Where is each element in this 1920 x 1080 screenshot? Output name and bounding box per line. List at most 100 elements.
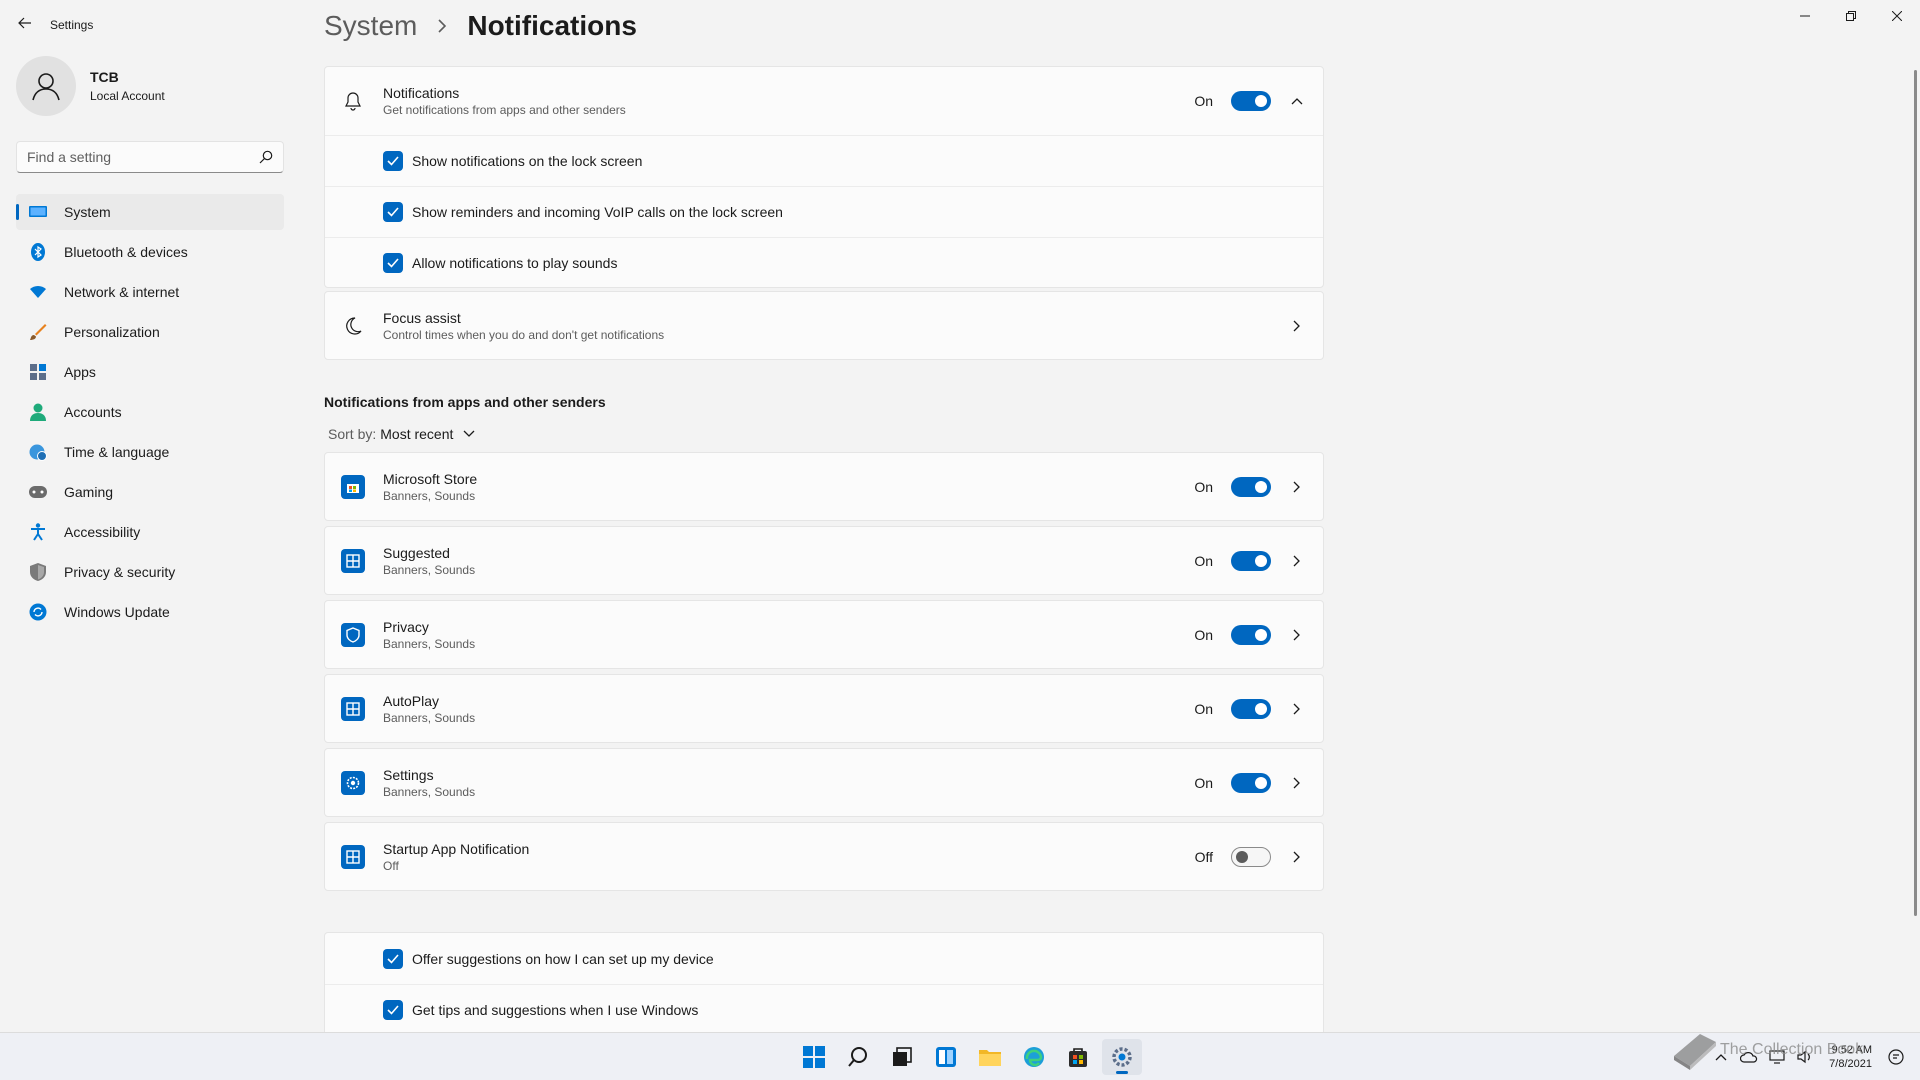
user-profile[interactable]: TCB Local Account [16, 56, 165, 116]
chevron-right-icon [1289, 701, 1305, 717]
app-row-microsoft-store[interactable]: Microsoft Store Banners, Sounds On [324, 452, 1324, 521]
nav-item-label: Personalization [64, 324, 160, 340]
setup-suggestions-checkbox[interactable] [383, 948, 403, 969]
breadcrumb-parent[interactable]: System [324, 10, 417, 42]
checkbox-label: Allow notifications to play sounds [412, 255, 618, 271]
app-detail: Off [383, 859, 399, 873]
focus-assist-card[interactable]: Focus assist Control times when you do a… [324, 291, 1324, 360]
nav-item-accounts[interactable]: Accounts [16, 394, 284, 430]
app-toggle[interactable] [1231, 699, 1271, 719]
sounds-checkbox[interactable] [383, 253, 403, 273]
nav-item-system[interactable]: System [16, 194, 284, 230]
widgets-icon[interactable] [926, 1039, 966, 1075]
tips-checkbox[interactable] [383, 1000, 403, 1020]
sort-dropdown[interactable]: Sort by: Most recent [328, 426, 475, 442]
notifications-subtitle: Get notifications from apps and other se… [383, 103, 626, 117]
back-button[interactable] [12, 10, 38, 36]
apps-icon [28, 362, 48, 382]
search-box[interactable] [16, 141, 284, 173]
nav-item-windows-update[interactable]: Windows Update [16, 594, 284, 630]
chevron-up-icon[interactable] [1289, 93, 1305, 109]
gamepad-icon [28, 482, 48, 502]
app-toggle[interactable] [1231, 477, 1271, 497]
app-row-startup-app-notification[interactable]: Startup App Notification Off Off [324, 822, 1324, 891]
edge-icon[interactable] [1014, 1039, 1054, 1075]
restore-button[interactable] [1828, 0, 1874, 32]
nav-item-time-language[interactable]: Time & language [16, 434, 284, 470]
app-toggle[interactable] [1231, 625, 1271, 645]
suggested-icon [341, 549, 365, 573]
task-view-icon[interactable] [882, 1039, 922, 1075]
nav-item-bluetooth[interactable]: Bluetooth & devices [16, 234, 284, 270]
chevron-right-icon [1289, 775, 1305, 791]
sort-value: Most recent [380, 426, 454, 442]
notifications-toggle[interactable] [1231, 91, 1271, 111]
close-button[interactable] [1874, 0, 1920, 32]
focus-assist-title: Focus assist [383, 310, 461, 326]
nav-item-label: Gaming [64, 484, 114, 500]
app-row-autoplay[interactable]: AutoPlay Banners, Sounds On [324, 674, 1324, 743]
checkbox-label: Show reminders and incoming VoIP calls o… [412, 204, 783, 220]
app-row-settings[interactable]: Settings Banners, Sounds On [324, 748, 1324, 817]
app-toggle[interactable] [1231, 847, 1271, 867]
nav-item-label: Bluetooth & devices [64, 244, 188, 260]
app-state: On [1194, 479, 1213, 495]
notification-center-icon[interactable] [1884, 1045, 1908, 1069]
search-icon[interactable] [838, 1039, 878, 1075]
app-toggle[interactable] [1231, 773, 1271, 793]
app-name: Settings [383, 767, 434, 783]
nav-item-personalization[interactable]: Personalization [16, 314, 284, 350]
settings-icon[interactable] [1102, 1039, 1142, 1075]
breadcrumb-separator-icon [437, 19, 447, 33]
autoplay-icon [341, 697, 365, 721]
chevron-down-icon [463, 430, 475, 437]
nav-item-privacy-security[interactable]: Privacy & security [16, 554, 284, 590]
app-toggle[interactable] [1231, 551, 1271, 571]
shield-icon [28, 562, 48, 582]
checkbox-label: Show notifications on the lock screen [412, 153, 643, 169]
nav-item-network[interactable]: Network & internet [16, 274, 284, 310]
page-title: Notifications [467, 10, 637, 41]
app-detail: Banners, Sounds [383, 563, 476, 577]
back-arrow-icon [18, 17, 31, 29]
chevron-right-icon [1289, 627, 1305, 643]
tips-card: Offer suggestions on how I can set up my… [324, 932, 1324, 1032]
scrollbar[interactable] [1914, 70, 1917, 916]
nav-item-accessibility[interactable]: Accessibility [16, 514, 284, 550]
lock-screen-checkbox[interactable] [383, 151, 403, 171]
close-icon [1892, 11, 1902, 21]
store-icon[interactable] [1058, 1039, 1098, 1075]
taskbar-apps [794, 1039, 1146, 1075]
notifications-row[interactable]: Notifications Get notifications from app… [325, 67, 1323, 135]
option-setup-suggestions: Offer suggestions on how I can set up my… [325, 933, 1323, 984]
app-title: Settings [50, 18, 94, 32]
checkmark-icon [387, 1005, 399, 1015]
app-name: AutoPlay [383, 693, 440, 709]
privacy-shield-icon [341, 623, 365, 647]
wifi-icon [28, 282, 48, 302]
search-input[interactable] [27, 149, 259, 165]
app-row-suggested[interactable]: Suggested Banners, Sounds On [324, 526, 1324, 595]
nav-item-label: Accessibility [64, 524, 141, 540]
app-name: Microsoft Store [383, 471, 478, 487]
app-state: On [1194, 553, 1213, 569]
breadcrumb: System Notifications [324, 10, 637, 42]
app-name: Suggested [383, 545, 450, 561]
minimize-button[interactable] [1782, 0, 1828, 32]
app-row-privacy[interactable]: Privacy Banners, Sounds On [324, 600, 1324, 669]
bell-icon [341, 89, 365, 113]
nav-item-gaming[interactable]: Gaming [16, 474, 284, 510]
app-name: Startup App Notification [383, 841, 530, 857]
checkmark-icon [387, 156, 399, 166]
taskbar: 9:52 AM 7/8/2021 [0, 1032, 1920, 1080]
chevron-right-icon [1289, 849, 1305, 865]
file-explorer-icon[interactable] [970, 1039, 1010, 1075]
store-icon [341, 475, 365, 499]
app-state: On [1194, 775, 1213, 791]
nav-item-apps[interactable]: Apps [16, 354, 284, 390]
voip-checkbox[interactable] [383, 202, 403, 222]
app-detail: Banners, Sounds [383, 711, 476, 725]
start-icon[interactable] [794, 1039, 834, 1075]
globe-clock-icon [28, 442, 48, 462]
nav-item-label: Apps [64, 364, 96, 380]
